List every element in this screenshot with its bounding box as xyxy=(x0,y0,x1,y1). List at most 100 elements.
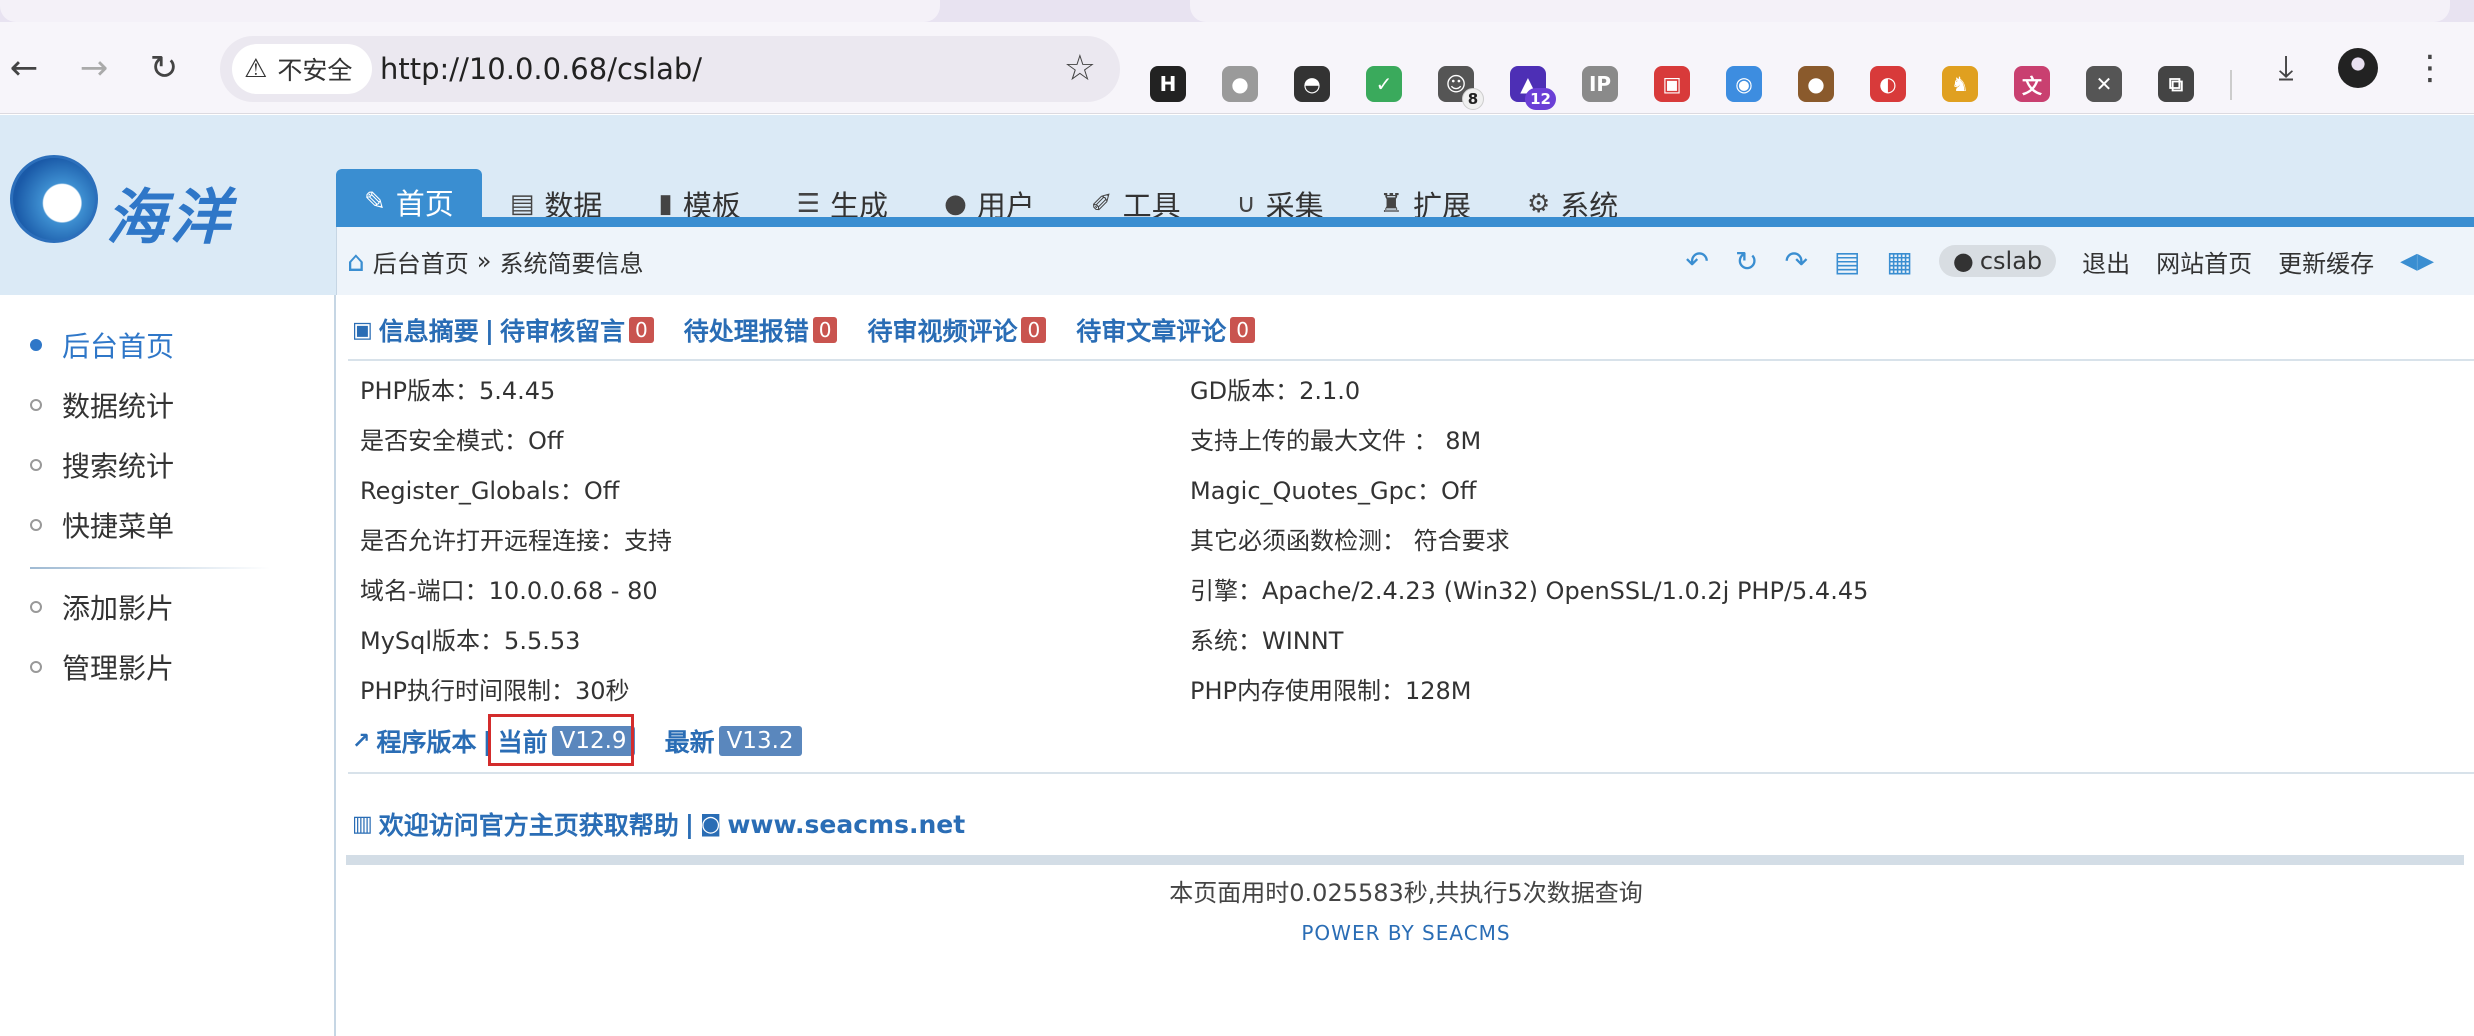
sidebar-item-add-movie[interactable]: 添加影片 xyxy=(30,587,174,627)
current-version-highlight xyxy=(488,714,634,766)
forward-icon[interactable]: ↷ xyxy=(1784,245,1807,278)
breadcrumb-current: 系统简要信息 xyxy=(499,249,644,278)
logo-text: 海洋 xyxy=(106,183,234,253)
info-item: GD版本：2.1.0 xyxy=(1190,377,1361,405)
layout-icon[interactable]: ▦ xyxy=(1886,245,1912,278)
bullet-icon xyxy=(30,661,42,673)
mask-extension-icon[interactable]: ◉ xyxy=(1726,66,1762,102)
translate-extension-icon[interactable]: 文 xyxy=(2014,66,2050,102)
extension-badge: 12 xyxy=(1525,88,1556,110)
sidebar: 后台首页数据统计搜索统计快捷菜单添加影片管理影片 xyxy=(0,295,336,1036)
site-home-link[interactable]: 网站首页 xyxy=(2156,244,2252,279)
back-arrow-icon[interactable]: ← xyxy=(0,44,48,92)
help-text[interactable]: 欢迎访问官方主页获取帮助 xyxy=(379,806,679,842)
sidebar-item-search-stats[interactable]: 搜索统计 xyxy=(30,445,174,485)
quick-actions: ↶ ↻ ↷ ▤ ▦ ● cslab 退出 网站首页 更新缓存 ◀▶ xyxy=(1686,227,2434,295)
logout-link[interactable]: 退出 xyxy=(2082,244,2130,279)
data-icon: ▤ xyxy=(509,189,535,219)
cat-extension-icon[interactable]: ♞ xyxy=(1942,66,1978,102)
toolbar-separator xyxy=(2230,70,2232,100)
pending-video-comments-badge: 0 xyxy=(1021,317,1047,343)
bullet-icon xyxy=(30,519,42,531)
bookmark-star-icon[interactable]: ☆ xyxy=(1064,44,1096,94)
breadcrumb-home[interactable]: 后台首页 xyxy=(373,244,469,279)
version-title[interactable]: 程序版本 xyxy=(376,723,476,759)
divider xyxy=(348,359,2474,361)
extend-icon: ♜ xyxy=(1379,189,1403,219)
browser-toolbar: ← → ↻ ⚠ 不安全 http://10.0.0.68/cslab/ ☆ H ●… xyxy=(0,22,2474,114)
user-icon: ● xyxy=(1952,247,1974,275)
chart-icon: ▥ xyxy=(352,811,373,837)
glasses-extension-icon[interactable]: ▣ xyxy=(1654,66,1690,102)
pending-errors-link[interactable]: 待处理报错 xyxy=(684,312,809,348)
hack-bar-extension-icon[interactable]: H xyxy=(1150,66,1186,102)
summary-icon: ▣ xyxy=(352,317,373,343)
address-bar[interactable]: ⚠ 不安全 http://10.0.0.68/cslab/ ☆ xyxy=(220,36,1120,102)
sidebar-item-quick-menu[interactable]: 快捷菜单 xyxy=(30,505,174,545)
user-icon: ● xyxy=(944,189,967,219)
sidebar-item-label: 后台首页 xyxy=(62,330,175,363)
latest-version-label: 最新 xyxy=(664,728,715,757)
pending-errors-badge: 0 xyxy=(812,317,838,343)
ip-extension-icon[interactable]: IP xyxy=(1582,66,1618,102)
rss-icon: ◙ xyxy=(699,811,722,837)
url-text[interactable]: http://10.0.0.68/cslab/ xyxy=(380,36,702,102)
collect-icon: ∪ xyxy=(1236,189,1256,219)
breadcrumb-separator: » xyxy=(476,247,492,275)
security-chip[interactable]: ⚠ 不安全 xyxy=(232,44,373,94)
download-icon[interactable]: ⤓ xyxy=(2262,44,2310,92)
official-site-link[interactable]: www.seacms.net xyxy=(727,810,965,839)
username: cslab xyxy=(1979,247,2043,275)
info-item: 是否安全模式：Off xyxy=(360,427,564,455)
sub-bar: ⌂ 后台首页 » 系统简要信息 ↶ ↻ ↷ ▤ ▦ ● cslab 退出 网站首… xyxy=(336,227,2474,295)
sidebar-item-data-stats[interactable]: 数据统计 xyxy=(30,385,174,425)
trend-icon: ↗ xyxy=(352,728,371,754)
shield-extension-icon[interactable]: ✓ xyxy=(1366,66,1402,102)
puzzle-extension-icon[interactable]: ⧉ xyxy=(2158,66,2194,102)
info-item: Magic_Quotes_Gpc：Off xyxy=(1190,477,1477,505)
info-item: 系统：WINNT xyxy=(1190,627,1344,655)
help-row: ▥ 欢迎访问官方主页获取帮助 | ◙ www.seacms.net xyxy=(352,799,965,849)
footer-bar xyxy=(346,855,2464,865)
hat-extension-icon[interactable]: ◓ xyxy=(1294,66,1330,102)
latest-version-badge: V13.2 xyxy=(718,726,802,756)
pokeball-extension-icon[interactable]: ◐ xyxy=(1870,66,1906,102)
refresh-icon[interactable]: ↻ xyxy=(1735,245,1758,278)
browser-menu-icon[interactable]: ⋮ xyxy=(2406,44,2454,92)
profile-avatar[interactable] xyxy=(2334,44,2382,92)
pending-comments-badge: 0 xyxy=(628,317,654,343)
cookie-extension-icon[interactable]: ● xyxy=(1798,66,1834,102)
site-logo[interactable]: 海洋 xyxy=(10,155,240,255)
info-item: 其它必须函数检测： 符合要求 xyxy=(1190,527,1510,555)
panda-extension-icon[interactable]: ☺ 8 xyxy=(1438,66,1484,110)
pending-video-comments-link[interactable]: 待审视频评论 xyxy=(867,312,1017,348)
home-icon[interactable]: ⌂ xyxy=(347,245,365,278)
bullet-icon xyxy=(30,459,42,471)
graduation-extension-icon[interactable]: ▲ 12 xyxy=(1510,66,1556,110)
blocker-extension-icon[interactable]: ✕ xyxy=(2086,66,2122,102)
sidebar-item-manage-movies[interactable]: 管理影片 xyxy=(30,647,174,687)
forward-arrow-icon[interactable]: → xyxy=(70,44,118,92)
sidebar-item-label: 搜索统计 xyxy=(62,450,175,483)
pending-article-comments-link[interactable]: 待审文章评论 xyxy=(1076,312,1226,348)
page-time: 本页面用时0.025583秒,共执行5次数据查询 xyxy=(1169,879,1643,907)
security-label: 不安全 xyxy=(277,56,353,85)
sidebar-item-dashboard[interactable]: 后台首页 xyxy=(30,325,174,365)
summary-title[interactable]: 信息摘要 xyxy=(379,312,479,348)
reload-icon[interactable]: ↻ xyxy=(140,44,188,92)
tools-icon: ✐ xyxy=(1090,189,1113,219)
record-extension-icon[interactable]: ● xyxy=(1222,66,1258,102)
info-item: 引擎：Apache/2.4.23 (Win32) OpenSSL/1.0.2j … xyxy=(1190,577,1869,605)
archive-icon[interactable]: ▤ xyxy=(1834,245,1860,278)
main-content: ▣ 信息摘要 | 待审核留言 0 待处理报错 0 待审视频评论 0 待审文章评论… xyxy=(338,295,2474,1036)
browser-tab[interactable] xyxy=(0,0,940,22)
browser-tab[interactable] xyxy=(1190,0,2450,22)
bullet-icon xyxy=(30,601,42,613)
update-cache-link[interactable]: 更新缓存 xyxy=(2278,244,2374,279)
powered-by: POWER BY SEACMS xyxy=(1301,921,1511,945)
pending-comments-link[interactable]: 待审核留言 xyxy=(500,312,625,348)
bullet-icon xyxy=(30,399,42,411)
toggle-sidebar-icon[interactable]: ◀▶ xyxy=(2400,249,2434,274)
user-badge[interactable]: ● cslab xyxy=(1938,245,2057,277)
undo-icon[interactable]: ↶ xyxy=(1686,245,1709,278)
